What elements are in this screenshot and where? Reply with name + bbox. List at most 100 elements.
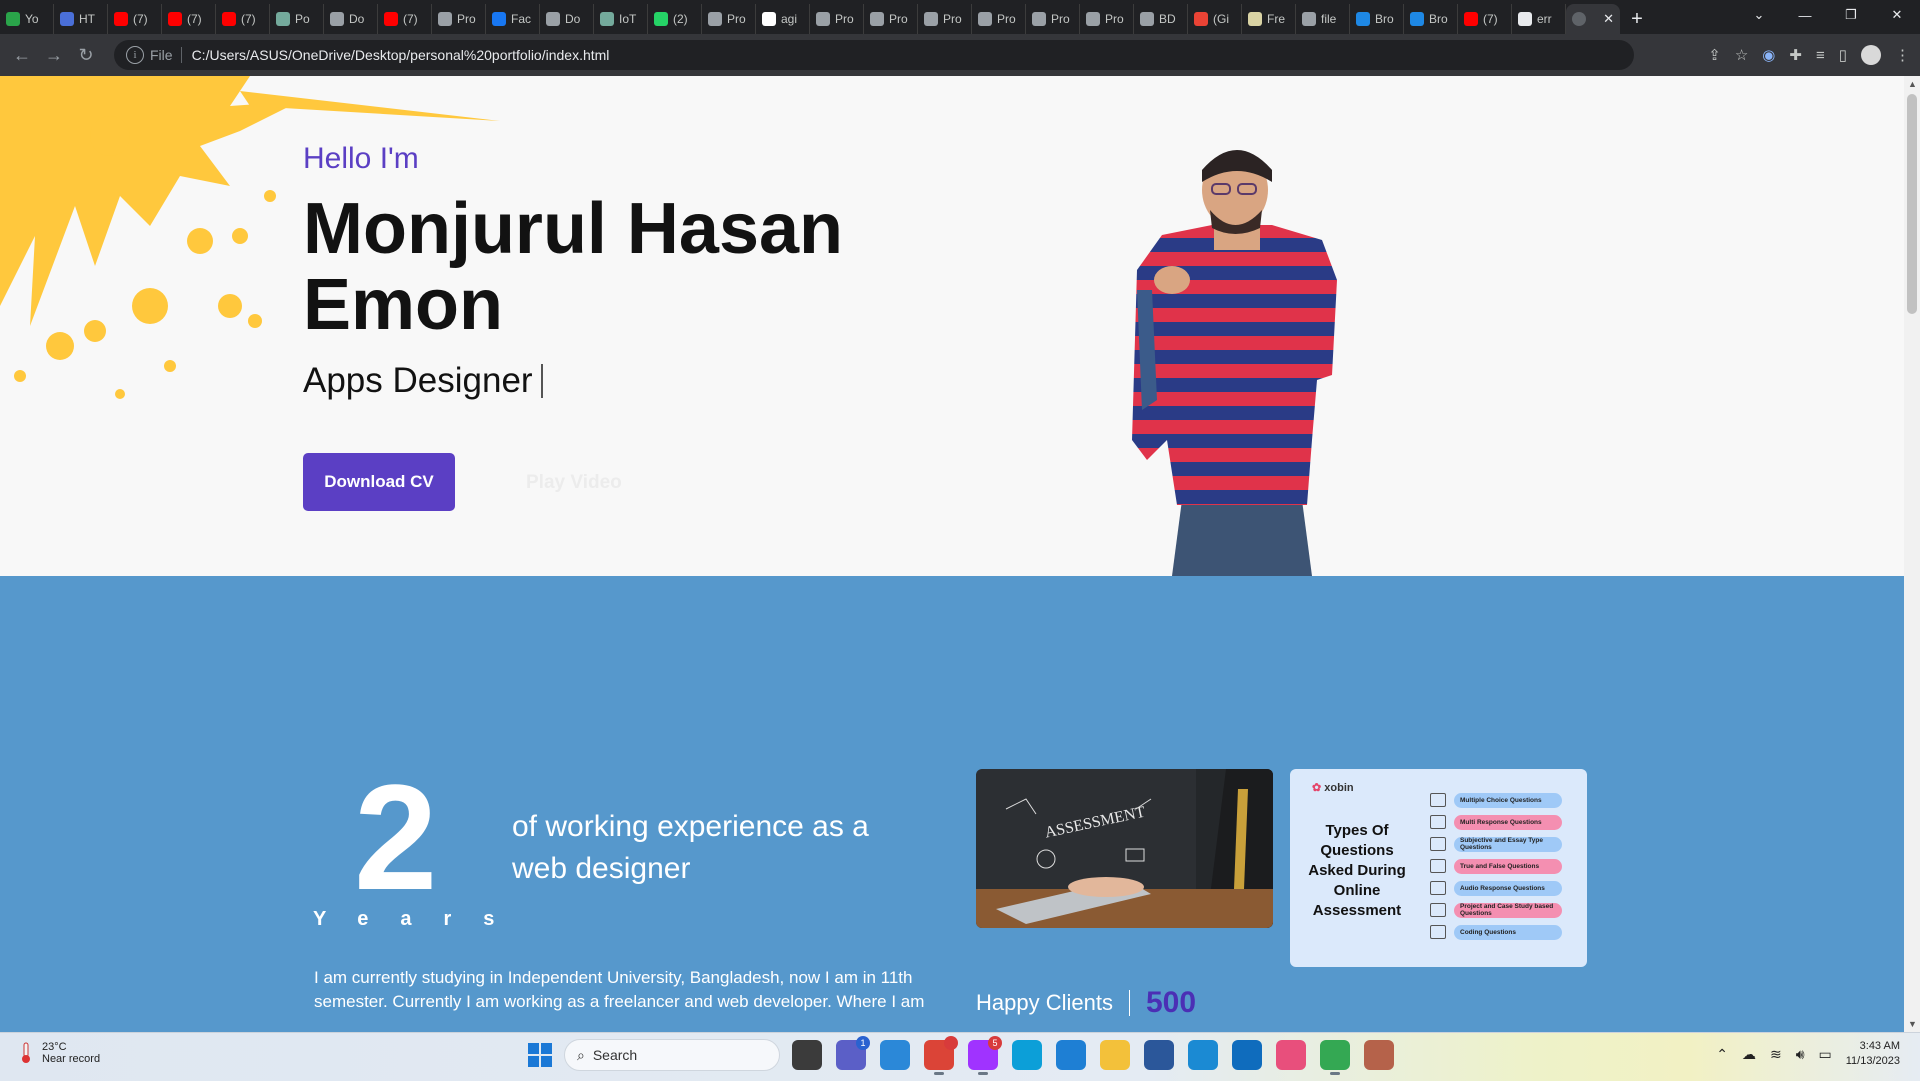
browser-tab[interactable]: Fac [486, 4, 540, 34]
info-icon[interactable]: i [126, 46, 144, 64]
chrome-icon[interactable] [924, 1036, 958, 1075]
browser-tab[interactable]: (7) [216, 4, 270, 34]
clock-date: 11/13/2023 [1845, 1055, 1900, 1067]
tab-label: (2) [673, 12, 688, 26]
browser-tab[interactable]: IoT [594, 4, 648, 34]
browser-tab[interactable]: (7) [1458, 4, 1512, 34]
browser-tab[interactable]: Pro [702, 4, 756, 34]
page-scrollbar[interactable]: ▲ ▼ [1904, 76, 1920, 1032]
tab-search-icon[interactable]: ⌄ [1736, 0, 1782, 30]
browser-tab[interactable]: Do [540, 4, 594, 34]
close-window-button[interactable]: ✕ [1874, 0, 1920, 30]
start-button[interactable] [528, 1043, 552, 1067]
tab-favicon-icon [870, 12, 884, 26]
tab-favicon-icon [114, 12, 128, 26]
weather-widget[interactable]: 23°C Near record [20, 1041, 100, 1065]
restore-button[interactable]: ❐ [1828, 0, 1874, 30]
browser-tab[interactable]: (7) [378, 4, 432, 34]
browser-tab[interactable]: Pro [1026, 4, 1080, 34]
volume-icon[interactable]: 🔊︎ [1796, 1046, 1805, 1063]
edge-icon[interactable] [1012, 1040, 1042, 1070]
browser-tab[interactable]: Pro [810, 4, 864, 34]
reload-button[interactable]: ↻ [70, 45, 102, 66]
browser-tab[interactable]: HT [54, 4, 108, 34]
scroll-up-icon[interactable]: ▲ [1908, 79, 1917, 89]
download-cv-button[interactable]: Download CV [303, 453, 455, 511]
browser-tab[interactable]: Bro [1404, 4, 1458, 34]
chevron-up-icon[interactable]: ⌃ [1716, 1046, 1728, 1063]
tab-favicon-icon [1032, 12, 1046, 26]
file-manager-icon[interactable] [792, 1040, 822, 1070]
battery-icon[interactable]: ▭ [1819, 1046, 1832, 1063]
browser-tab[interactable]: err [1512, 4, 1566, 34]
browser-tab[interactable]: (7) [162, 4, 216, 34]
experience-text: of working experience as a web designer [512, 810, 869, 885]
tab-label: Pro [727, 12, 746, 26]
extension-circle-icon[interactable]: ◉ [1762, 46, 1775, 64]
archive-icon[interactable] [1364, 1040, 1394, 1070]
media-queue-icon[interactable]: ≡ [1816, 47, 1825, 64]
tab-label: Bro [1375, 12, 1394, 26]
browser-tab[interactable]: Pro [864, 4, 918, 34]
browser-tab[interactable]: agi [756, 4, 810, 34]
scroll-thumb[interactable] [1907, 94, 1917, 314]
url-text[interactable]: C:/Users/ASUS/OneDrive/Desktop/personal%… [192, 47, 610, 63]
new-tab-button[interactable]: + [1620, 4, 1654, 34]
minimize-button[interactable]: — [1782, 0, 1828, 30]
page-viewport: Hello I'm Monjurul Hasan Emon Apps Desig… [0, 76, 1904, 1032]
clock[interactable]: 3:43 AM 11/13/2023 [1846, 1039, 1900, 1069]
browser-tab[interactable]: Pro [918, 4, 972, 34]
browser-tab[interactable]: (Gi [1188, 4, 1242, 34]
browser-tab[interactable]: Fre [1242, 4, 1296, 34]
tab-label: (7) [403, 12, 418, 26]
tab-label: BD [1159, 12, 1176, 26]
mail-icon[interactable] [1232, 1040, 1262, 1070]
browser-tab[interactable]: Yo [0, 4, 54, 34]
browser-tab[interactable]: (7) [108, 4, 162, 34]
browser-tab[interactable]: BD [1134, 4, 1188, 34]
question-type-label: Multiple Choice Questions [1454, 792, 1562, 808]
puzzle-icon[interactable]: ✚ [1789, 46, 1802, 64]
profile-avatar[interactable] [1861, 45, 1881, 65]
close-tab-icon[interactable]: ✕ [1603, 11, 1614, 27]
forward-button[interactable]: → [38, 45, 70, 66]
onedrive-icon[interactable]: ☁ [1742, 1046, 1756, 1063]
browser-tab[interactable]: Do [324, 4, 378, 34]
browser-tab[interactable]: Pro [972, 4, 1026, 34]
messenger-icon[interactable]: 5 [968, 1036, 1002, 1075]
folder-icon[interactable] [1100, 1040, 1130, 1070]
tab-label: file [1321, 12, 1337, 26]
browser-tab[interactable]: Pro [1080, 4, 1134, 34]
vscode-icon[interactable] [1188, 1040, 1218, 1070]
kite-icon[interactable] [1276, 1040, 1306, 1070]
taskbar-center: ⌕ Search 1 5 [528, 1036, 1394, 1075]
taskbar-search-input[interactable]: ⌕ Search [564, 1039, 780, 1071]
tab-favicon-icon [924, 12, 938, 26]
side-panel-icon[interactable]: ▯ [1839, 46, 1847, 64]
role-text: Apps Designer [303, 361, 543, 401]
happy-clients-count: 500 [1145, 986, 1197, 1019]
star-icon[interactable]: ☆ [1735, 46, 1748, 64]
back-button[interactable]: ← [6, 45, 38, 66]
url-input[interactable]: i File C:/Users/ASUS/OneDrive/Desktop/pe… [114, 40, 1634, 70]
browser-tab[interactable]: (2) [648, 4, 702, 34]
globe-icon [1572, 12, 1586, 26]
question-type-label: Multi Response Questions [1454, 814, 1562, 830]
tab-label: Fac [511, 12, 532, 26]
browser-tab[interactable]: Po [270, 4, 324, 34]
share-icon[interactable]: ⇪ [1708, 46, 1721, 64]
play-video-button[interactable]: Play Video [526, 472, 622, 494]
browser-tab[interactable]: Bro [1350, 4, 1404, 34]
photos-icon[interactable] [1056, 1040, 1086, 1070]
word-icon[interactable] [1144, 1040, 1174, 1070]
menu-dots-icon[interactable]: ⋮ [1895, 46, 1910, 64]
browser-tab[interactable]: file [1296, 4, 1350, 34]
teams-chat-icon[interactable]: 1 [836, 1036, 870, 1070]
active-tab[interactable]: ✕ [1566, 4, 1620, 34]
screen-icon[interactable] [880, 1040, 910, 1070]
browser-tab[interactable]: Pro [432, 4, 486, 34]
chrome-profile-icon[interactable] [1320, 1040, 1350, 1075]
assessment-illustration: ASSESSMENT [976, 769, 1273, 928]
scroll-down-icon[interactable]: ▼ [1908, 1019, 1917, 1029]
wifi-icon[interactable]: ≋ [1770, 1046, 1782, 1063]
